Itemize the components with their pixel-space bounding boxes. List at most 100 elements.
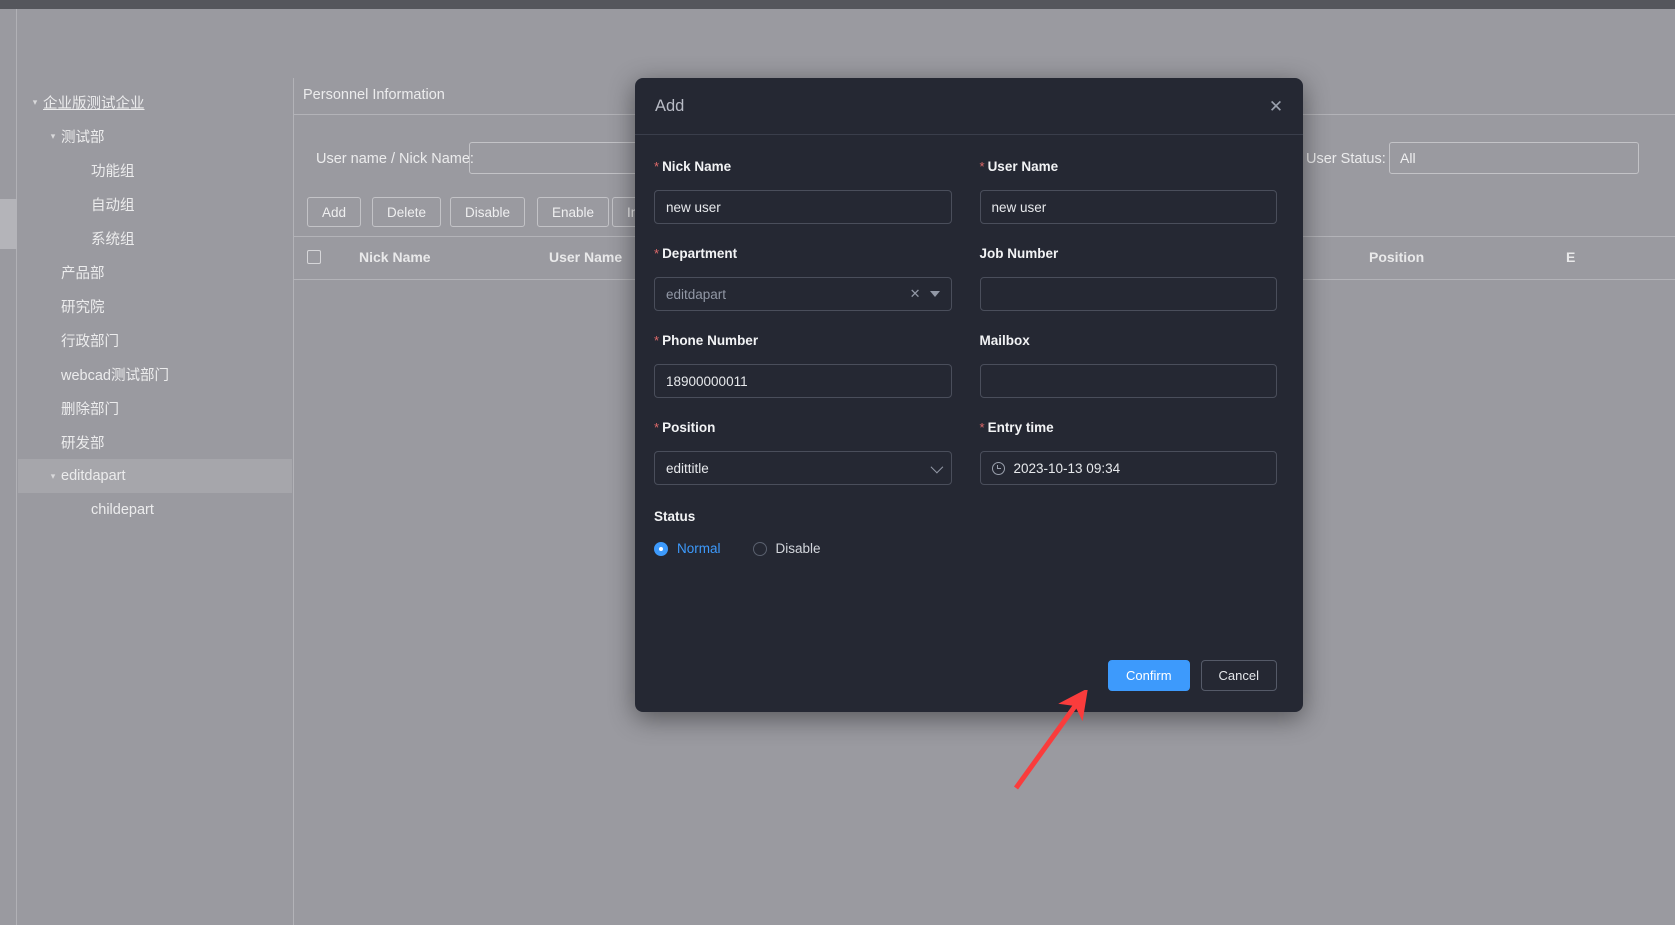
clear-icon[interactable]: ✕ (910, 286, 921, 302)
tree-item-11[interactable]: ▾ editdapart (18, 459, 292, 493)
field-input-phone-number[interactable]: 18900000011 (654, 364, 952, 398)
dialog-footer: Confirm Cancel (1108, 660, 1277, 691)
field-label-text: Entry time (987, 420, 1054, 435)
chevron-down-icon[interactable] (929, 291, 940, 297)
tree-item-1[interactable]: ▾ 测试部 (18, 119, 292, 153)
field-input-nick-name[interactable]: new user (654, 190, 952, 224)
tree-item-4[interactable]: 系统组 (18, 221, 292, 255)
field-label-phone-number: * Phone Number (654, 333, 952, 349)
field-label-text: Position (662, 420, 716, 435)
status-radio-disable[interactable]: Disable (752, 541, 821, 556)
tree-item-label: 研究院 (61, 299, 105, 316)
tree-item-label: 产品部 (61, 265, 105, 282)
tree-item-label: 测试部 (61, 129, 105, 146)
tree-item-label: 功能组 (91, 163, 135, 180)
field-label-entry-time: * Entry time (980, 420, 1278, 436)
confirm-button[interactable]: Confirm (1108, 660, 1190, 691)
field-input-entry-time[interactable]: 2023-10-13 09:34 (979, 451, 1277, 485)
left-scroll-thumb[interactable] (0, 199, 17, 249)
toolbar-button-disable[interactable]: Disable (450, 197, 526, 227)
field-icons: ✕ (910, 286, 940, 302)
tree-item-3[interactable]: 自动组 (18, 187, 292, 221)
dialog-body: * Nick Name new user * User Name new user * Dep… (635, 135, 1303, 556)
field-input-position[interactable]: edittitle (654, 451, 952, 485)
tree-item-10[interactable]: 研发部 (18, 425, 292, 459)
status-radio-normal[interactable]: Normal (654, 541, 721, 556)
required-asterisk-icon: * (979, 420, 985, 435)
field-value-user-name: new user (991, 199, 1047, 215)
field-label-mailbox: Mailbox (980, 333, 1278, 349)
field-job-number: Job Number (979, 246, 1278, 311)
required-asterisk-icon: * (654, 246, 660, 261)
status-field: Status Normal Disable (654, 509, 1277, 556)
tree-item-2[interactable]: 功能组 (18, 153, 292, 187)
tree-item-label: 删除部门 (61, 401, 119, 418)
field-label-text: Mailbox (979, 333, 1030, 348)
tree-item-label: 行政部门 (61, 333, 119, 350)
dialog-header: Add ✕ (635, 78, 1303, 135)
add-user-dialog: Add ✕ * Nick Name new user * User Name new us… (635, 78, 1303, 712)
col-header-entry-time[interactable]: E (1566, 249, 1575, 265)
field-label-nick-name: * Nick Name (654, 159, 952, 175)
user-status-filter-label: User Status: (1306, 151, 1386, 167)
field-input-mailbox[interactable] (979, 364, 1277, 398)
field-icons (930, 460, 943, 473)
user-status-filter-input[interactable] (1389, 142, 1639, 174)
status-label: Status (654, 509, 696, 524)
tree-item-7[interactable]: 行政部门 (18, 323, 292, 357)
field-entry-time: * Entry time 2023-10-13 09:34 (979, 420, 1278, 485)
page-title: Personnel Information (303, 87, 445, 103)
tree-item-8[interactable]: webcad测试部门 (18, 357, 292, 391)
tree-item-label: 企业版测试企业 (43, 95, 145, 112)
field-input-user-name[interactable]: new user (979, 190, 1277, 224)
col-header-user-name[interactable]: User Name (549, 249, 622, 265)
field-nick-name: * Nick Name new user (654, 159, 952, 224)
field-value-nick-name: new user (666, 199, 721, 215)
tree-item-12[interactable]: childepart (18, 493, 292, 527)
window-top-strip (0, 0, 1675, 9)
cancel-button[interactable]: Cancel (1200, 660, 1277, 691)
tree-item-0[interactable]: ▾ 企业版测试企业 (18, 85, 292, 119)
username-filter-label: User name / Nick Name: (316, 151, 474, 167)
field-value-department: editdapart (666, 286, 727, 302)
toolbar-button-add[interactable]: Add (307, 197, 362, 227)
field-value-position: edittitle (666, 460, 709, 476)
status-radio-group: Normal Disable (654, 541, 1277, 556)
field-label-text: Nick Name (662, 159, 732, 174)
status-radio-label: Disable (775, 541, 821, 556)
close-icon[interactable]: ✕ (1266, 97, 1286, 117)
tree-item-label: 自动组 (91, 197, 135, 214)
tree-item-5[interactable]: 产品部 (18, 255, 292, 289)
clock-icon (991, 461, 1005, 475)
col-header-nick-name[interactable]: Nick Name (359, 249, 431, 265)
tree-item-label: editdapart (61, 468, 126, 484)
radio-icon[interactable] (654, 541, 668, 556)
chevron-down-icon[interactable]: ▾ (27, 97, 43, 107)
field-value-entry-time: 2023-10-13 09:34 (1013, 460, 1121, 476)
tree-item-6[interactable]: 研究院 (18, 289, 292, 323)
left-scroll-rail[interactable] (0, 9, 17, 925)
dialog-title: Add (655, 97, 685, 115)
field-department: * Department editdapart ✕ (654, 246, 952, 311)
chevron-down-icon[interactable]: ▾ (45, 131, 61, 141)
radio-icon[interactable] (752, 541, 767, 556)
tree-item-label: childepart (91, 502, 154, 518)
col-header-position[interactable]: Position (1369, 249, 1424, 265)
chevron-down-icon[interactable]: ▾ (45, 471, 61, 481)
tree-item-label: webcad测试部门 (61, 367, 169, 384)
field-mailbox: Mailbox (979, 333, 1278, 398)
field-label-job-number: Job Number (980, 246, 1278, 262)
tree-item-9[interactable]: 删除部门 (18, 391, 292, 425)
chevron-down-icon[interactable] (930, 460, 943, 473)
form-grid: * Nick Name new user * User Name new user * Dep… (654, 159, 1277, 507)
field-label-user-name: * User Name (980, 159, 1278, 175)
field-input-department[interactable]: editdapart ✕ (654, 277, 952, 311)
field-label-text: User Name (987, 159, 1059, 174)
field-label-text: Job Number (979, 246, 1059, 261)
toolbar-button-delete[interactable]: Delete (372, 197, 442, 227)
select-all-checkbox[interactable] (307, 250, 321, 264)
field-input-job-number[interactable] (979, 277, 1277, 311)
tree-item-label: 系统组 (91, 231, 135, 248)
toolbar-button-enable[interactable]: Enable (537, 197, 610, 227)
required-asterisk-icon: * (654, 333, 660, 348)
